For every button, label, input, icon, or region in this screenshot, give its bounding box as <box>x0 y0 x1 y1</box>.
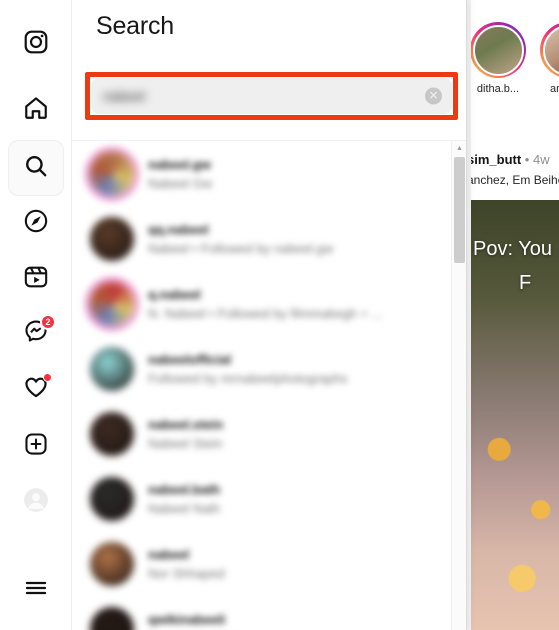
page-title: Search <box>96 12 175 40</box>
home-icon <box>23 95 49 126</box>
sidebar-item-explore[interactable] <box>8 195 64 251</box>
result-subtitle: Followed by mrnabeelphotographs <box>148 370 348 386</box>
post-age: • 4w <box>524 152 550 167</box>
result-avatar <box>90 476 134 521</box>
compass-icon <box>23 208 49 239</box>
result-text: qwikinabeeliNoor Nabeeliara <box>148 612 243 630</box>
result-subtitle: Nabeel Nath <box>148 500 221 516</box>
sidebar-item-more[interactable] <box>8 562 64 618</box>
search-result-row[interactable]: nabeel.stein Nabeel Stein <box>72 401 466 466</box>
search-result-row[interactable]: nabeel.gw Nabeel Gw <box>72 141 466 206</box>
result-username: nabeelofficial <box>148 351 232 367</box>
result-subtitle: Nabeel Gw <box>148 175 213 191</box>
search-result-row[interactable]: nabeel Nor Shhaped <box>72 531 466 596</box>
result-text: nabeel.bath Nabeel Nath <box>148 482 220 516</box>
result-username: nabeel.stein <box>148 416 224 432</box>
result-subtitle: Nabeel Stein <box>148 435 223 451</box>
result-subtitle: Nor Shhaped <box>148 565 225 581</box>
search-icon <box>23 153 49 184</box>
messages-badge: 2 <box>40 314 56 330</box>
sidebar-item-profile[interactable] <box>8 474 64 530</box>
scrollbar-thumb[interactable] <box>454 157 465 263</box>
result-text: nabeelofficial Followed by mrnabeelphotog… <box>148 352 347 386</box>
search-input-value: nabeel <box>103 88 146 104</box>
search-result-row[interactable]: q.nabeel N. Nabeel • Followed by filmmake… <box>72 271 466 336</box>
story-label: aniqa... <box>549 83 559 95</box>
caret-up-icon[interactable]: ▲ <box>452 141 466 155</box>
result-text: nabeel Nor Shhaped <box>148 547 225 581</box>
story-ring <box>470 22 526 78</box>
hamburger-icon <box>23 575 49 606</box>
result-subtitle: Nabeel • Followed by nabeel.gw <box>148 240 334 256</box>
stories-tray: ditha.b... aniqa... <box>467 22 559 95</box>
story-thumbnail <box>472 24 524 76</box>
post-overlay-text-line2: F <box>519 272 532 294</box>
instagram-logo-icon <box>23 29 49 60</box>
result-text: nabeel.gw Nabeel Gw <box>148 157 212 191</box>
close-glyph: ✕ <box>428 88 439 103</box>
search-input[interactable]: nabeel ✕ <box>91 78 452 114</box>
result-avatar <box>90 411 134 456</box>
notifications-badge-dot <box>43 373 52 382</box>
result-avatar <box>90 541 134 586</box>
post-image[interactable]: Pov: You F <box>467 200 559 630</box>
result-username: qwikinabeeli <box>148 611 226 627</box>
instagram-search-screen: 2 ditha.b... a sim_butt • 4w anchez, Em … <box>0 0 559 630</box>
result-username: q.nabeel <box>148 286 201 302</box>
left-nav-rail: 2 <box>0 0 72 630</box>
result-avatar <box>90 346 134 391</box>
plus-square-icon <box>23 431 49 462</box>
result-text: nabeel.stein Nabeel Stein <box>148 417 223 451</box>
result-avatar <box>90 281 134 326</box>
story-thumbnail <box>542 24 559 76</box>
post-meta: anchez, Em Beiho <box>467 173 559 187</box>
story-item[interactable]: aniqa... <box>537 22 559 95</box>
search-result-row[interactable]: nabeel.bath Nabeel Nath <box>72 466 466 531</box>
search-result-row[interactable]: qq.nabeel Nabeel • Followed by nabeel.gw <box>72 206 466 271</box>
close-circle-icon[interactable]: ✕ <box>425 87 442 105</box>
results-scrollbar[interactable]: ▲ <box>451 141 466 630</box>
result-avatar <box>90 606 134 630</box>
result-text: qq.nabeel Nabeel • Followed by nabeel.gw <box>148 222 333 256</box>
story-item[interactable]: ditha.b... <box>467 22 529 95</box>
feed-left-edge <box>467 0 471 630</box>
sidebar-item-instagram-logo[interactable] <box>8 16 64 72</box>
post-overlay-text-line1: Pov: You <box>473 238 552 260</box>
post-header: sim_butt • 4w anchez, Em Beiho <box>467 152 559 187</box>
sidebar-item-notifications[interactable] <box>8 361 64 417</box>
search-result-row[interactable]: nabeelofficial Followed by mrnabeelphotog… <box>72 336 466 401</box>
story-label: ditha.b... <box>476 83 520 95</box>
result-avatar <box>90 216 134 261</box>
reels-icon <box>23 264 49 295</box>
result-username: nabeel.gw <box>148 156 211 172</box>
story-ring <box>540 22 559 78</box>
result-subtitle: N. Nabeel • Followed by filmmakegh + ... <box>148 305 383 321</box>
avatar-icon <box>23 487 49 518</box>
sidebar-item-search[interactable] <box>8 140 64 196</box>
result-username: qq.nabeel <box>148 221 209 237</box>
result-username: nabeel.bath <box>148 481 221 497</box>
result-username: nabeel <box>148 546 190 562</box>
sidebar-item-create[interactable] <box>8 418 64 474</box>
post-username[interactable]: sim_butt • 4w <box>467 152 559 167</box>
sidebar-item-home[interactable] <box>8 82 64 138</box>
sidebar-item-messages[interactable]: 2 <box>8 305 64 361</box>
feed-column: ditha.b... aniqa... sim_butt • 4w anchez… <box>467 0 559 630</box>
sidebar-item-reels[interactable] <box>8 251 64 307</box>
result-avatar <box>90 151 134 196</box>
search-result-row[interactable]: qwikinabeeliNoor Nabeeliara <box>72 596 466 630</box>
search-results-list: nabeel.gw Nabeel Gw qq.nabeel Nabeel • Foll… <box>72 141 466 630</box>
search-panel: Search nabeel ✕ nabeel.gw Nabeel Gw qq.nab… <box>72 0 467 630</box>
result-text: q.nabeel N. Nabeel • Followed by filmmake… <box>148 287 383 321</box>
